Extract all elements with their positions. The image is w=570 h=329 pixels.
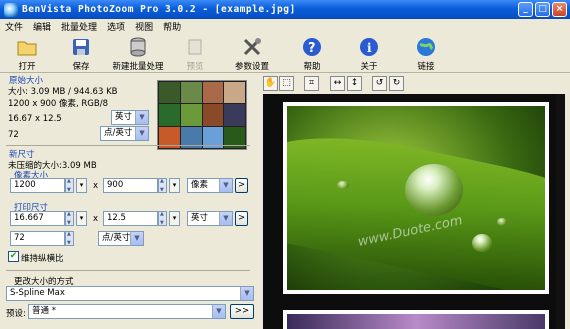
pixel-unit-select[interactable]: 像素 ▼: [187, 178, 233, 193]
preview-icon: [184, 36, 206, 58]
about-button[interactable]: i 关于: [342, 34, 396, 72]
maximize-button[interactable]: □: [535, 2, 550, 17]
resolution-spinner[interactable]: [65, 231, 74, 246]
menu-file[interactable]: 文件: [0, 20, 28, 33]
pixel-width-spinner[interactable]: [65, 178, 74, 193]
print-width-menu[interactable]: ▾: [76, 211, 87, 226]
print-unit-select[interactable]: 英寸 ▼: [187, 211, 233, 226]
save-button[interactable]: 保存: [54, 34, 108, 72]
pixel-apply-button[interactable]: >: [235, 178, 248, 193]
link-button[interactable]: 链接: [396, 34, 456, 72]
globe-icon: [415, 36, 437, 58]
print-height-spinner[interactable]: [158, 211, 167, 226]
pixel-width-input[interactable]: 1200: [10, 178, 65, 193]
preview-image-secondary: [283, 310, 549, 329]
thumbnail-grid[interactable]: [157, 80, 247, 150]
hand-icon[interactable]: ✋: [263, 76, 278, 91]
original-unit-select[interactable]: 英寸 ▼: [111, 110, 149, 125]
fit-height-icon[interactable]: ↕: [347, 76, 362, 91]
chevron-down-icon: ▼: [240, 287, 253, 300]
floppy-icon: [70, 36, 92, 58]
size-panel: 原始大小 大小: 3.09 MB / 944.63 KB 1200 x 900 …: [0, 74, 258, 329]
toolbar: 打开 保存 新建批量处理 预览 参数设置 ? 帮助 i 关于 链接: [0, 34, 570, 73]
title-bar: BenVista PhotoZoom Pro 3.0.2 - [example.…: [0, 0, 570, 19]
chevron-down-icon: ▼: [212, 305, 225, 318]
settings-button[interactable]: 参数设置: [222, 34, 282, 72]
print-height-menu[interactable]: ▾: [169, 211, 180, 226]
menu-options[interactable]: 选项: [102, 20, 130, 33]
preview-button[interactable]: 预览: [168, 34, 222, 72]
menu-view[interactable]: 视图: [130, 20, 158, 33]
fit-width-icon[interactable]: ↔: [330, 76, 345, 91]
new-batch-button[interactable]: 新建批量处理: [108, 34, 168, 72]
chevron-down-icon: ▼: [219, 179, 232, 192]
menu-help[interactable]: 帮助: [158, 20, 186, 33]
divider: [6, 270, 250, 271]
original-pixel-size: 1200 x 900 像素, RGB/8: [8, 99, 108, 109]
original-dimensions: 16.67 x 12.5: [8, 114, 62, 124]
svg-text:i: i: [367, 41, 372, 55]
pixel-height-menu[interactable]: ▾: [169, 178, 180, 193]
chevron-down-icon: ▼: [135, 127, 148, 140]
minimize-button[interactable]: _: [518, 2, 533, 17]
vertical-scrollbar[interactable]: [556, 94, 565, 329]
resolution-unit-select[interactable]: 点/英寸 ▼: [98, 231, 144, 246]
keep-ratio-label: 维持纵横比: [21, 254, 64, 264]
open-button[interactable]: 打开: [0, 34, 54, 72]
original-file-size: 大小: 3.09 MB / 944.63 KB: [8, 87, 118, 97]
print-width-spinner[interactable]: [65, 211, 74, 226]
database-icon: [127, 36, 149, 58]
chevron-down-icon: ▼: [130, 232, 143, 245]
divider: [6, 145, 250, 146]
window-title: BenVista PhotoZoom Pro 3.0.2 - [example.…: [22, 4, 296, 15]
print-apply-button[interactable]: >: [235, 211, 248, 226]
original-resolution: 72: [8, 130, 19, 140]
pixel-width-menu[interactable]: ▾: [76, 178, 87, 193]
close-button[interactable]: ×: [552, 2, 567, 17]
menu-bar: 文件 编辑 批量处理 选项 视图 帮助: [0, 19, 570, 34]
help-button[interactable]: ? 帮助: [282, 34, 342, 72]
preset-select[interactable]: 普通 * ▼: [28, 304, 226, 319]
preview-panel: ✋ ⬚ ⌗ ↔ ↕ ↺ ↻ www.Duote.com: [259, 74, 570, 329]
keep-ratio-checkbox[interactable]: ✔: [8, 251, 19, 262]
preset-more-button[interactable]: >>: [230, 304, 254, 319]
method-select[interactable]: S-Spline Max ▼: [6, 286, 254, 301]
preview-image: www.Duote.com: [283, 102, 549, 294]
help-icon: ?: [301, 36, 323, 58]
pixel-height-input[interactable]: 900: [103, 178, 158, 193]
times-label: x: [93, 181, 99, 191]
chevron-down-icon: ▼: [219, 212, 232, 225]
original-res-unit-select[interactable]: 点/英寸 ▼: [100, 126, 149, 141]
tools-icon: [241, 36, 263, 58]
app-icon: [4, 2, 18, 17]
menu-batch[interactable]: 批量处理: [56, 20, 102, 33]
pixel-height-spinner[interactable]: [158, 178, 167, 193]
menu-edit[interactable]: 编辑: [28, 20, 56, 33]
rotate-right-icon[interactable]: ↻: [389, 76, 404, 91]
print-height-input[interactable]: 12.5: [103, 211, 158, 226]
print-width-input[interactable]: 16.667: [10, 211, 65, 226]
crop-icon[interactable]: ⌗: [304, 76, 319, 91]
times-label: x: [93, 214, 99, 224]
chevron-down-icon: ▼: [135, 111, 148, 124]
svg-text:?: ?: [308, 41, 316, 56]
rotate-left-icon[interactable]: ↺: [372, 76, 387, 91]
preset-label: 预设:: [6, 309, 26, 319]
folder-icon: [16, 36, 38, 58]
info-icon: i: [358, 36, 380, 58]
select-icon[interactable]: ⬚: [279, 76, 294, 91]
resolution-input[interactable]: 72: [10, 231, 65, 246]
image-canvas[interactable]: www.Duote.com: [263, 94, 565, 329]
